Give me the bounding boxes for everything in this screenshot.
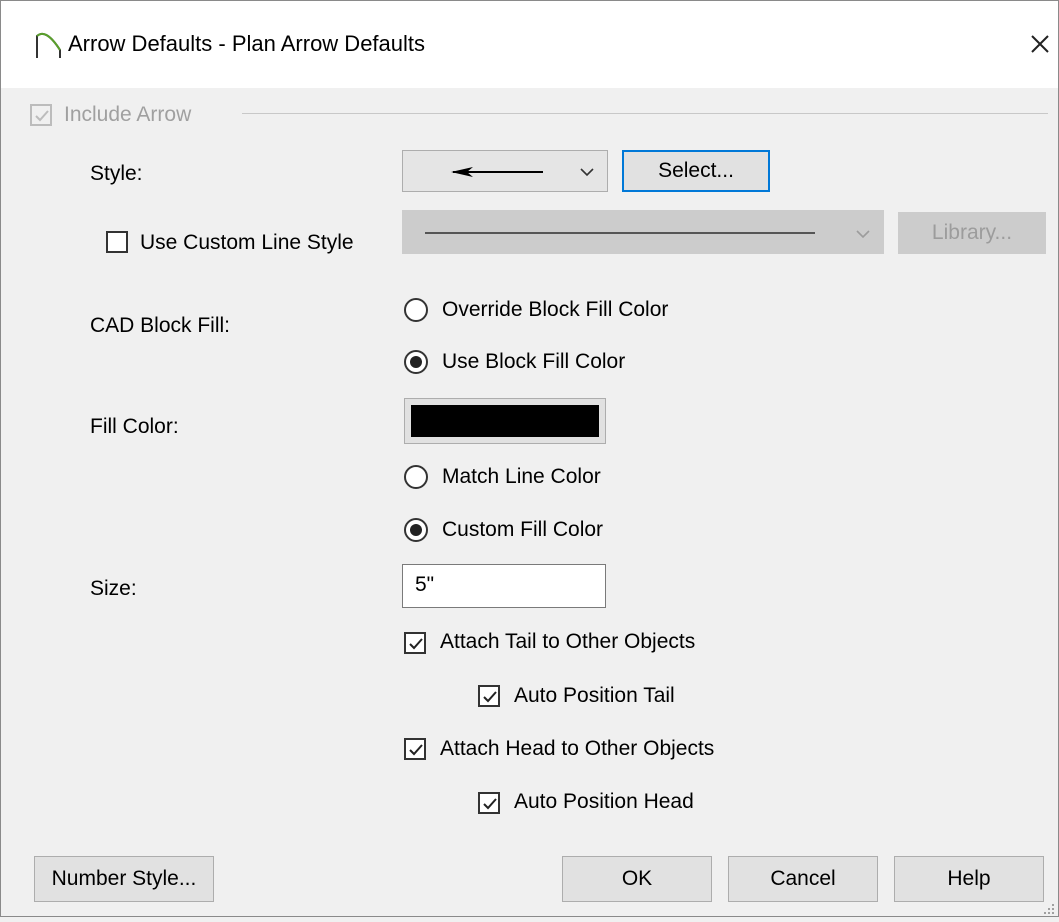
cancel-button[interactable]: Cancel bbox=[728, 856, 878, 902]
chevron-down-icon bbox=[856, 230, 870, 239]
fill-color-swatch-button[interactable] bbox=[404, 398, 606, 444]
custom-line-style-checkbox[interactable] bbox=[106, 231, 128, 253]
include-arrow-label: Include Arrow bbox=[64, 103, 192, 126]
override-block-fill-radio[interactable] bbox=[404, 298, 428, 322]
auto-position-tail-checkbox[interactable] bbox=[478, 685, 500, 707]
select-style-button[interactable]: Select... bbox=[622, 150, 770, 192]
attach-head-label: Attach Head to Other Objects bbox=[440, 737, 715, 760]
resize-grip-icon[interactable] bbox=[1040, 898, 1056, 914]
chevron-down-icon bbox=[580, 168, 594, 177]
attach-tail-label: Attach Tail to Other Objects bbox=[440, 630, 696, 653]
custom-fill-color-radio[interactable] bbox=[404, 518, 428, 542]
size-input[interactable]: 5" bbox=[402, 564, 606, 608]
number-style-button[interactable]: Number Style... bbox=[34, 856, 214, 902]
auto-position-head-checkbox[interactable] bbox=[478, 792, 500, 814]
attach-tail-checkbox[interactable] bbox=[404, 632, 426, 654]
fill-color-label: Fill Color: bbox=[90, 415, 179, 438]
override-block-fill-label: Override Block Fill Color bbox=[442, 298, 669, 321]
line-style-dropdown[interactable] bbox=[402, 210, 884, 254]
help-button[interactable]: Help bbox=[894, 856, 1044, 902]
use-block-fill-radio[interactable] bbox=[404, 350, 428, 374]
cad-block-fill-label: CAD Block Fill: bbox=[90, 314, 231, 337]
match-line-color-radio[interactable] bbox=[404, 465, 428, 489]
include-arrow-checkbox[interactable] bbox=[30, 104, 52, 126]
fill-color-swatch bbox=[411, 405, 599, 437]
match-line-color-label: Match Line Color bbox=[442, 465, 601, 488]
group-divider bbox=[242, 113, 1048, 114]
close-icon[interactable] bbox=[1020, 24, 1059, 64]
arch-icon bbox=[34, 28, 62, 60]
auto-position-tail-label: Auto Position Tail bbox=[514, 684, 675, 707]
window-frame bbox=[0, 0, 1059, 917]
style-label: Style: bbox=[90, 162, 143, 185]
custom-fill-color-label: Custom Fill Color bbox=[442, 518, 604, 541]
auto-position-head-label: Auto Position Head bbox=[514, 790, 694, 813]
use-block-fill-label: Use Block Fill Color bbox=[442, 350, 626, 373]
window-title: Arrow Defaults - Plan Arrow Defaults bbox=[68, 31, 426, 56]
arrow-style-dropdown[interactable] bbox=[402, 150, 608, 192]
line-style-preview bbox=[425, 232, 815, 234]
size-label: Size: bbox=[90, 577, 137, 600]
attach-head-checkbox[interactable] bbox=[404, 738, 426, 760]
arrow-style-preview bbox=[451, 167, 543, 177]
ok-button[interactable]: OK bbox=[562, 856, 712, 902]
custom-line-style-label: Use Custom Line Style bbox=[140, 231, 354, 254]
library-button[interactable]: Library... bbox=[898, 212, 1046, 254]
